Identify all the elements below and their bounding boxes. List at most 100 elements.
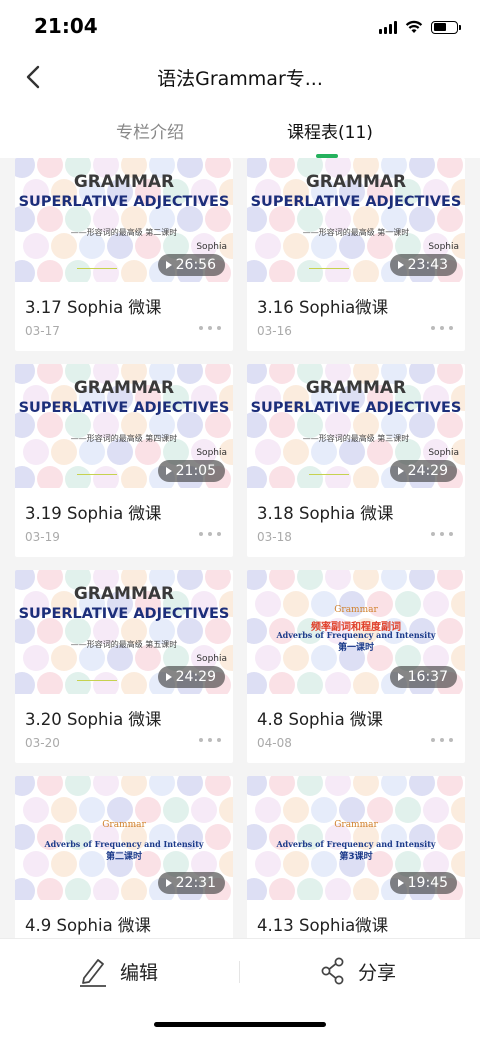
thumbnail-pattern-dot xyxy=(353,672,379,694)
thumbnail-pattern-dot xyxy=(121,672,147,694)
back-button[interactable] xyxy=(18,62,48,92)
share-button[interactable]: 分享 xyxy=(320,953,396,989)
thumbnail-pattern-dot xyxy=(37,672,63,694)
course-thumbnail[interactable]: GRAMMAR SUPERLATIVE ADJECTIVES ——形容词的最高级… xyxy=(15,570,233,694)
edit-button[interactable]: 编辑 xyxy=(78,953,158,989)
play-icon xyxy=(397,673,404,681)
thumbnail-pattern-dot xyxy=(325,570,351,590)
thumbnail-pattern-dot xyxy=(297,878,323,900)
thumbnail-lesson: 第3课时 xyxy=(339,852,373,862)
more-options-icon[interactable] xyxy=(431,529,453,539)
thumbnail-pattern-dot xyxy=(93,776,119,796)
thumbnail-pattern-dot xyxy=(297,466,323,488)
play-icon xyxy=(397,467,404,475)
thumbnail-heading: Grammar xyxy=(334,605,378,615)
thumbnail-author: Sophia xyxy=(196,242,227,252)
thumbnail-pattern-dot xyxy=(15,776,35,796)
thumbnail-line xyxy=(77,474,117,475)
duration-label: 16:37 xyxy=(407,669,448,685)
course-card[interactable]: GRAMMAR SUPERLATIVE ADJECTIVES ——形容词的最高级… xyxy=(247,364,465,557)
share-icon xyxy=(321,957,344,985)
thumbnail-note: ——形容词的最高级 第五课时 xyxy=(70,640,178,649)
thumbnail-pattern-dot xyxy=(65,466,91,488)
thumbnail-note: ——形容词的最高级 第二课时 xyxy=(70,228,178,237)
thumbnail-pattern-dot xyxy=(353,878,379,900)
course-thumbnail[interactable]: GRAMMAR SUPERLATIVE ADJECTIVES ——形容词的最高级… xyxy=(15,158,233,282)
course-thumbnail[interactable]: Grammar Adverbs of Frequency and Intensi… xyxy=(247,776,465,900)
thumbnail-pattern-dot xyxy=(353,776,379,796)
thumbnail-pattern-dot xyxy=(325,260,351,282)
duration-badge: 16:37 xyxy=(389,666,457,688)
thumbnail-pattern-dot xyxy=(37,466,63,488)
wifi-icon xyxy=(405,20,423,33)
thumbnail-pattern-dot xyxy=(297,776,323,796)
thumbnail-heading: GRAMMAR xyxy=(73,378,175,398)
course-card[interactable]: GRAMMAR SUPERLATIVE ADJECTIVES ——形容词的最高级… xyxy=(247,158,465,351)
course-title: 4.9 Sophia 微课 xyxy=(25,916,151,935)
thumbnail-pattern-dot xyxy=(65,878,91,900)
course-card[interactable]: Grammar Adverbs of Frequency and Intensi… xyxy=(247,776,465,938)
thumbnail-note: ——形容词的最高级 第四课时 xyxy=(70,434,178,443)
course-card[interactable]: GRAMMAR SUPERLATIVE ADJECTIVES ——形容词的最高级… xyxy=(15,570,233,763)
course-title: 3.18 Sophia 微课 xyxy=(257,504,394,523)
thumbnail-pattern-dot xyxy=(269,878,295,900)
course-card[interactable]: Grammar Adverbs of Frequency and Intensi… xyxy=(15,776,233,938)
course-grid[interactable]: GRAMMAR SUPERLATIVE ADJECTIVES ——形容词的最高级… xyxy=(0,158,480,938)
play-icon xyxy=(397,261,404,269)
thumbnail-pattern-dot xyxy=(247,260,267,282)
thumbnail-pattern-dot xyxy=(37,878,63,900)
battery-icon xyxy=(431,20,461,34)
thumbnail-heading: GRAMMAR xyxy=(73,172,175,192)
course-title: 3.16 Sophia微课 xyxy=(257,298,389,317)
course-thumbnail[interactable]: GRAMMAR SUPERLATIVE ADJECTIVES ——形容词的最高级… xyxy=(247,158,465,282)
tab-bar: 专栏介绍 课程表(11) xyxy=(0,106,480,158)
course-thumbnail[interactable]: Grammar 频率副词和程度副词 Adverbs of Frequency a… xyxy=(247,570,465,694)
duration-badge: 19:45 xyxy=(389,872,457,894)
thumbnail-subheading: SUPERLATIVE ADJECTIVES xyxy=(250,400,462,416)
duration-badge: 23:43 xyxy=(389,254,457,276)
tab-schedule[interactable]: 课程表(11) xyxy=(287,118,373,143)
course-title: 3.20 Sophia 微课 xyxy=(25,710,162,729)
thumbnail-pattern-dot xyxy=(437,570,463,590)
thumbnail-subheading: SUPERLATIVE ADJECTIVES xyxy=(18,400,230,416)
more-options-icon[interactable] xyxy=(199,323,221,333)
thumbnail-pattern-dot xyxy=(93,466,119,488)
course-card[interactable]: GRAMMAR SUPERLATIVE ADJECTIVES ——形容词的最高级… xyxy=(15,158,233,351)
thumbnail-pattern-dot xyxy=(121,260,147,282)
thumbnail-pattern-dot xyxy=(177,776,203,796)
thumbnail-pattern-dot xyxy=(325,878,351,900)
thumbnail-pattern-dot xyxy=(149,776,175,796)
pencil-icon xyxy=(80,959,106,987)
course-card[interactable]: GRAMMAR SUPERLATIVE ADJECTIVES ——形容词的最高级… xyxy=(15,364,233,557)
status-time: 21:04 xyxy=(34,14,98,38)
thumbnail-pattern-dot xyxy=(37,776,63,796)
more-options-icon[interactable] xyxy=(199,529,221,539)
duration-badge: 24:29 xyxy=(389,460,457,482)
thumbnail-pattern-dot xyxy=(353,466,379,488)
play-icon xyxy=(165,467,172,475)
thumbnail-pattern-dot xyxy=(65,776,91,796)
status-bar: 21:04 xyxy=(0,0,480,50)
thumbnail-lesson: 第一课时 xyxy=(337,643,374,653)
tab-column-intro[interactable]: 专栏介绍 xyxy=(116,118,184,143)
more-options-icon[interactable] xyxy=(431,323,453,333)
course-card[interactable]: Grammar 频率副词和程度副词 Adverbs of Frequency a… xyxy=(247,570,465,763)
more-options-icon[interactable] xyxy=(431,735,453,745)
course-thumbnail[interactable]: GRAMMAR SUPERLATIVE ADJECTIVES ——形容词的最高级… xyxy=(247,364,465,488)
course-thumbnail[interactable]: GRAMMAR SUPERLATIVE ADJECTIVES ——形容词的最高级… xyxy=(15,364,233,488)
divider xyxy=(239,961,240,983)
duration-label: 24:29 xyxy=(407,463,448,479)
duration-badge: 26:56 xyxy=(157,254,225,276)
home-indicator xyxy=(154,1022,326,1027)
duration-label: 26:56 xyxy=(175,257,216,273)
thumbnail-pattern-dot xyxy=(297,672,323,694)
thumbnail-pattern-dot xyxy=(15,260,35,282)
thumbnail-pattern-dot xyxy=(325,672,351,694)
thumbnail-pattern-dot xyxy=(297,260,323,282)
course-title: 4.8 Sophia 微课 xyxy=(257,710,383,729)
thumbnail-pattern-dot xyxy=(297,570,323,590)
course-thumbnail[interactable]: Grammar Adverbs of Frequency and Intensi… xyxy=(15,776,233,900)
thumbnail-pattern-dot xyxy=(247,776,267,796)
more-options-icon[interactable] xyxy=(199,735,221,745)
thumbnail-pattern-dot xyxy=(381,776,407,796)
